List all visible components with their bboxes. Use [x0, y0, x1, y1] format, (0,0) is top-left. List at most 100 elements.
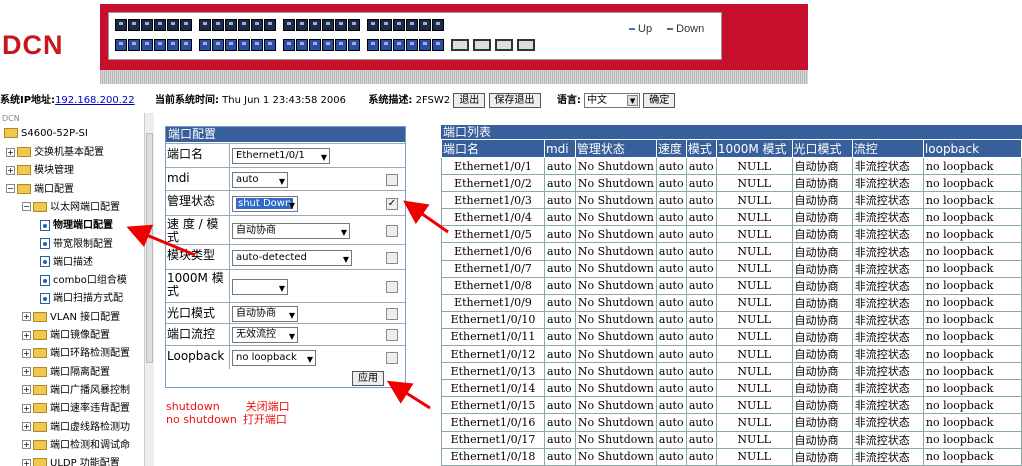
port-icon[interactable]	[154, 39, 166, 51]
sidebar-item[interactable]: + 端口隔离配置	[22, 364, 110, 381]
config-checkbox[interactable]	[386, 280, 398, 293]
port-icon[interactable]	[296, 39, 308, 51]
expand-icon[interactable]: +	[22, 312, 31, 322]
port-icon[interactable]	[283, 19, 295, 31]
config-checkbox[interactable]	[386, 173, 398, 186]
config-checkbox[interactable]	[386, 224, 398, 237]
port-icon[interactable]	[380, 19, 392, 31]
port-icon[interactable]	[128, 19, 140, 31]
port-icon[interactable]	[141, 39, 153, 51]
port-icon[interactable]	[406, 39, 418, 51]
config-select[interactable]: auto-detected ▼	[232, 249, 352, 266]
port-icon[interactable]	[154, 19, 166, 31]
port-icon[interactable]	[199, 19, 211, 31]
port-icon[interactable]	[167, 19, 179, 31]
port-icon[interactable]	[141, 19, 153, 31]
column-header[interactable]: 光口模式	[791, 139, 853, 158]
port-icon[interactable]	[367, 19, 379, 31]
collapse-icon[interactable]: −	[6, 184, 15, 194]
column-header[interactable]: 流控	[851, 139, 924, 158]
port-icon[interactable]	[309, 19, 321, 31]
expand-icon[interactable]: +	[22, 403, 31, 413]
sidebar-item[interactable]: combo口组合模	[40, 272, 127, 289]
table-row[interactable]: Ethernet1/0/11 auto No Shutdown auto auto NUL…	[441, 327, 1022, 347]
table-row[interactable]: Ethernet1/0/5 auto No Shutdown auto auto NULL…	[441, 225, 1022, 244]
column-header[interactable]: mdi	[543, 139, 576, 158]
sidebar-item[interactable]: + 端口虚线路检测功	[22, 419, 130, 436]
sidebar-item[interactable]: 带宽限制配置	[40, 236, 113, 253]
table-row[interactable]: Ethernet1/0/2 auto No Shutdown auto auto NULL…	[441, 174, 1022, 193]
expand-icon[interactable]: +	[22, 330, 31, 340]
port-icon[interactable]	[367, 39, 379, 51]
port-icon[interactable]	[432, 39, 444, 51]
table-row[interactable]: Ethernet1/0/7 auto No Shutdown auto auto NULL…	[441, 259, 1022, 278]
sidebar-item[interactable]: + 端口检测和调试命	[22, 437, 130, 454]
port-icon[interactable]	[238, 19, 250, 31]
sfp-port-icon[interactable]	[495, 39, 513, 51]
config-checkbox[interactable]	[386, 329, 398, 341]
config-select[interactable]: 自动协商 ▼	[232, 222, 350, 239]
sidebar-item[interactable]: − 以太网端口配置	[22, 199, 120, 216]
expand-icon[interactable]: +	[6, 165, 15, 175]
config-checkbox[interactable]	[386, 352, 398, 364]
column-header[interactable]: 管理状态	[574, 139, 657, 158]
port-icon[interactable]	[115, 19, 127, 31]
table-row[interactable]: Ethernet1/0/12 auto No Shutdown auto auto NUL…	[441, 345, 1022, 364]
port-icon[interactable]	[199, 39, 211, 51]
sfp-port-icon[interactable]	[517, 39, 535, 51]
scroll-thumb[interactable]	[146, 133, 153, 363]
port-icon[interactable]	[393, 39, 405, 51]
table-row[interactable]: Ethernet1/0/8 auto No Shutdown auto auto NULL…	[441, 276, 1022, 295]
config-checkbox[interactable]	[386, 307, 398, 320]
port-icon[interactable]	[296, 19, 308, 31]
column-header[interactable]: 模式	[685, 139, 717, 158]
port-icon[interactable]	[335, 19, 347, 31]
column-header[interactable]: loopback	[922, 139, 1022, 158]
config-checkbox[interactable]: ✓	[386, 197, 398, 210]
table-row[interactable]: Ethernet1/0/14 auto No Shutdown auto auto NUL…	[441, 379, 1022, 398]
config-select[interactable]: 无效流控 ▼	[232, 327, 298, 343]
expand-icon[interactable]: +	[22, 440, 31, 450]
port-icon[interactable]	[322, 19, 334, 31]
sidebar-item[interactable]: + 端口广播风暴控制	[22, 382, 130, 399]
sidebar-item[interactable]: + 交换机基本配置	[6, 144, 104, 161]
sidebar-item[interactable]: 物理端口配置	[40, 217, 113, 234]
config-select[interactable]: auto ▼	[232, 171, 288, 188]
column-header[interactable]: 速度	[655, 139, 687, 158]
sidebar-item[interactable]: + 端口环路检测配置	[22, 345, 130, 362]
column-header[interactable]: 端口名	[441, 139, 545, 158]
sidebar-item[interactable]: + VLAN 接口配置	[22, 309, 120, 326]
port-icon[interactable]	[406, 19, 418, 31]
port-icon[interactable]	[264, 19, 276, 31]
sfp-port-icon[interactable]	[473, 39, 491, 51]
ip-link[interactable]: 192.168.200.22	[55, 95, 135, 106]
column-header[interactable]: 1000M 模式	[715, 139, 793, 158]
expand-icon[interactable]: +	[22, 458, 31, 466]
port-icon[interactable]	[348, 19, 360, 31]
table-row[interactable]: Ethernet1/0/3 auto No Shutdown auto auto NULL…	[441, 191, 1022, 210]
port-icon[interactable]	[283, 39, 295, 51]
expand-icon[interactable]: +	[22, 367, 31, 377]
port-icon[interactable]	[251, 39, 263, 51]
port-icon[interactable]	[167, 39, 179, 51]
config-select[interactable]: shut Down ▼	[232, 195, 298, 212]
sidebar-item[interactable]: 端口描述	[40, 254, 93, 271]
port-icon[interactable]	[115, 39, 127, 51]
port-icon[interactable]	[251, 19, 263, 31]
table-row[interactable]: Ethernet1/0/17 auto No Shutdown auto auto NUL…	[441, 430, 1022, 449]
sidebar-item[interactable]: + 端口速率违背配置	[22, 400, 130, 417]
table-row[interactable]: Ethernet1/0/13 auto No Shutdown auto auto NUL…	[441, 362, 1022, 381]
sfp-port-icon[interactable]	[451, 39, 469, 51]
port-icon[interactable]	[212, 19, 224, 31]
table-row[interactable]: Ethernet1/0/10 auto No Shutdown auto auto NUL…	[441, 310, 1022, 329]
port-icon[interactable]	[419, 39, 431, 51]
port-icon[interactable]	[225, 19, 237, 31]
sidebar-scrollbar[interactable]	[144, 113, 154, 466]
table-row[interactable]: Ethernet1/0/1 auto No Shutdown auto auto NULL…	[441, 156, 1022, 176]
sidebar-item[interactable]: + 端口镜像配置	[22, 327, 110, 344]
table-row[interactable]: Ethernet1/0/15 auto No Shutdown auto auto NUL…	[441, 396, 1022, 415]
expand-icon[interactable]: +	[22, 348, 31, 358]
sidebar-item[interactable]: − 端口配置	[6, 181, 74, 198]
apply-button[interactable]: 应用	[352, 371, 384, 386]
config-select[interactable]: Ethernet1/0/1 ▼	[232, 148, 330, 164]
